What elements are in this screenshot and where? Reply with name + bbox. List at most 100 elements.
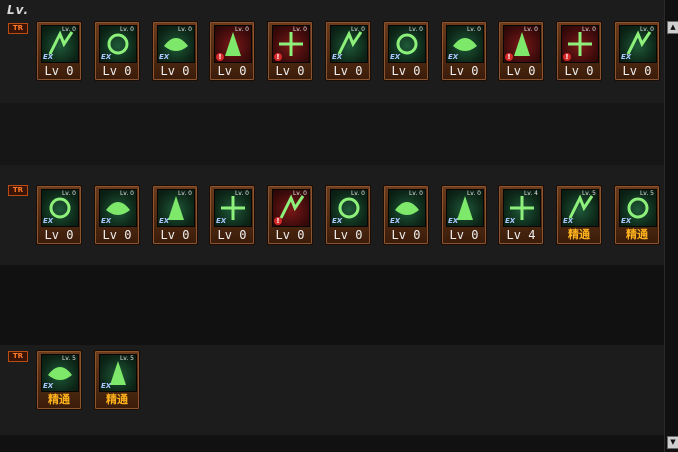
skill-caption: Lv 0 [275,228,305,242]
skill-slot[interactable]: Lv. 0! Lv 0 [498,21,544,81]
ex-badge: EX [159,53,170,61]
skill-icon: Lv. 0 EX [330,25,368,63]
scrollbar[interactable]: ▲ ▼ [664,0,678,452]
skill-caption: Lv 0 [449,64,479,78]
skill-slot[interactable]: Lv. 0 EX Lv 0 [209,185,255,245]
skill-level-label: Lv. 5 [119,355,134,362]
skill-slot[interactable]: Lv. 0! Lv 0 [209,21,255,81]
skill-icon: Lv. 5 EX [41,354,79,392]
ex-badge: EX [101,53,112,61]
skill-caption: Lv 0 [217,64,247,78]
skill-level-label: Lv. 0 [466,26,481,33]
skill-slot[interactable]: Lv. 5 EX 精通 [614,185,660,245]
skill-icon: Lv. 0! [214,25,252,63]
skill-slot[interactable]: Lv. 4 EX Lv 4 [498,185,544,245]
skill-caption: 精通 [106,393,128,406]
skill-caption: Lv 0 [391,228,421,242]
skill-level-label: Lv. 0 [234,190,249,197]
skill-slot[interactable]: Lv. 0 EX Lv 0 [325,21,371,81]
skill-icon: Lv. 0! [272,25,310,63]
skill-tree-panel: Lv. TR TR TR Lv. 0 EX Lv 0 Lv. 0 EX Lv 0 Lv. 0… [0,0,664,452]
skill-level-label: Lv. 0 [292,190,307,197]
skill-slot[interactable]: Lv. 5 EX 精通 [94,350,140,410]
skill-level-label: Lv. 0 [234,26,249,33]
skill-icon: Lv. 0 EX [157,189,195,227]
skill-slot[interactable]: Lv. 5 EX 精通 [556,185,602,245]
skill-caption: Lv 0 [622,64,652,78]
skill-level-label: Lv. 0 [119,26,134,33]
skill-icon: Lv. 0 EX [446,25,484,63]
row-band-gap-2 [0,265,664,345]
ex-badge: EX [332,217,343,225]
skill-slot[interactable]: Lv. 0 EX Lv 0 [325,185,371,245]
skill-level-label: Lv. 0 [408,190,423,197]
skill-icon: Lv. 0 EX [388,189,426,227]
skill-level-label: Lv. 0 [581,26,596,33]
skill-slot[interactable]: Lv. 0 EX Lv 0 [383,21,429,81]
skill-icon: Lv. 0 EX [41,25,79,63]
row-band-gap-1 [0,103,664,165]
skill-level-label: Lv. 0 [61,190,76,197]
skill-slot[interactable]: Lv. 5 EX 精通 [36,350,82,410]
skill-slot[interactable]: Lv. 0 EX Lv 0 [152,21,198,81]
skill-slot[interactable]: Lv. 0! Lv 0 [556,21,602,81]
ex-badge: EX [390,217,401,225]
skill-level-label: Lv. 5 [61,355,76,362]
ex-badge: EX [563,217,574,225]
skill-caption: Lv 4 [506,228,536,242]
skill-level-label: Lv. 4 [523,190,538,197]
ex-badge: EX [448,53,459,61]
skill-slot[interactable]: Lv. 0 EX Lv 0 [441,21,487,81]
skill-caption: 精通 [568,228,590,241]
skill-caption: Lv 0 [102,64,132,78]
skill-level-label: Lv. 0 [350,26,365,33]
ex-badge: EX [43,382,54,390]
skill-icon: Lv. 0! [503,25,541,63]
skill-level-label: Lv. 0 [466,190,481,197]
skill-caption: Lv 0 [102,228,132,242]
skill-slot[interactable]: Lv. 0 EX Lv 0 [94,21,140,81]
skill-level-label: Lv. 0 [350,190,365,197]
skill-level-label: Lv. 0 [119,190,134,197]
skill-slot[interactable]: Lv. 0 EX Lv 0 [36,21,82,81]
skill-slot[interactable]: Lv. 0! Lv 0 [267,185,313,245]
ex-badge: EX [332,53,343,61]
ex-badge: EX [448,217,459,225]
warning-icon: ! [274,53,282,61]
skill-slot[interactable]: Lv. 0 EX Lv 0 [94,185,140,245]
ex-badge: EX [101,217,112,225]
skill-caption: Lv 0 [333,228,363,242]
skill-icon: Lv. 0 EX [41,189,79,227]
ex-badge: EX [216,217,227,225]
skill-icon: Lv. 0 EX [99,25,137,63]
skill-icon: Lv. 5 EX [561,189,599,227]
skill-level-label: Lv. 0 [177,26,192,33]
skill-icon: Lv. 5 EX [99,354,137,392]
skill-slot[interactable]: Lv. 0 EX Lv 0 [36,185,82,245]
warning-icon: ! [505,53,513,61]
scroll-up-icon[interactable]: ▲ [667,21,678,34]
skill-level-label: Lv. 5 [581,190,596,197]
skill-slot[interactable]: Lv. 0 EX Lv 0 [383,185,429,245]
skill-level-label: Lv. 0 [292,26,307,33]
skill-level-label: Lv. 5 [639,190,654,197]
skill-caption: Lv 0 [217,228,247,242]
skill-level-label: Lv. 0 [639,26,654,33]
ex-badge: EX [101,382,112,390]
scroll-down-icon[interactable]: ▼ [667,436,678,449]
skill-slot[interactable]: Lv. 0! Lv 0 [267,21,313,81]
skill-level-label: Lv. 0 [177,190,192,197]
warning-icon: ! [274,217,282,225]
skill-caption: 精通 [626,228,648,241]
skill-icon: Lv. 5 EX [619,189,657,227]
skill-caption: 精通 [48,393,70,406]
skill-caption: Lv 0 [449,228,479,242]
skill-icon: Lv. 4 EX [503,189,541,227]
skill-icon: Lv. 0 EX [388,25,426,63]
skill-caption: Lv 0 [275,64,305,78]
skill-slot[interactable]: Lv. 0 EX Lv 0 [441,185,487,245]
skill-caption: Lv 0 [564,64,594,78]
skill-caption: Lv 0 [506,64,536,78]
skill-slot[interactable]: Lv. 0 EX Lv 0 [152,185,198,245]
skill-slot[interactable]: Lv. 0 EX Lv 0 [614,21,660,81]
